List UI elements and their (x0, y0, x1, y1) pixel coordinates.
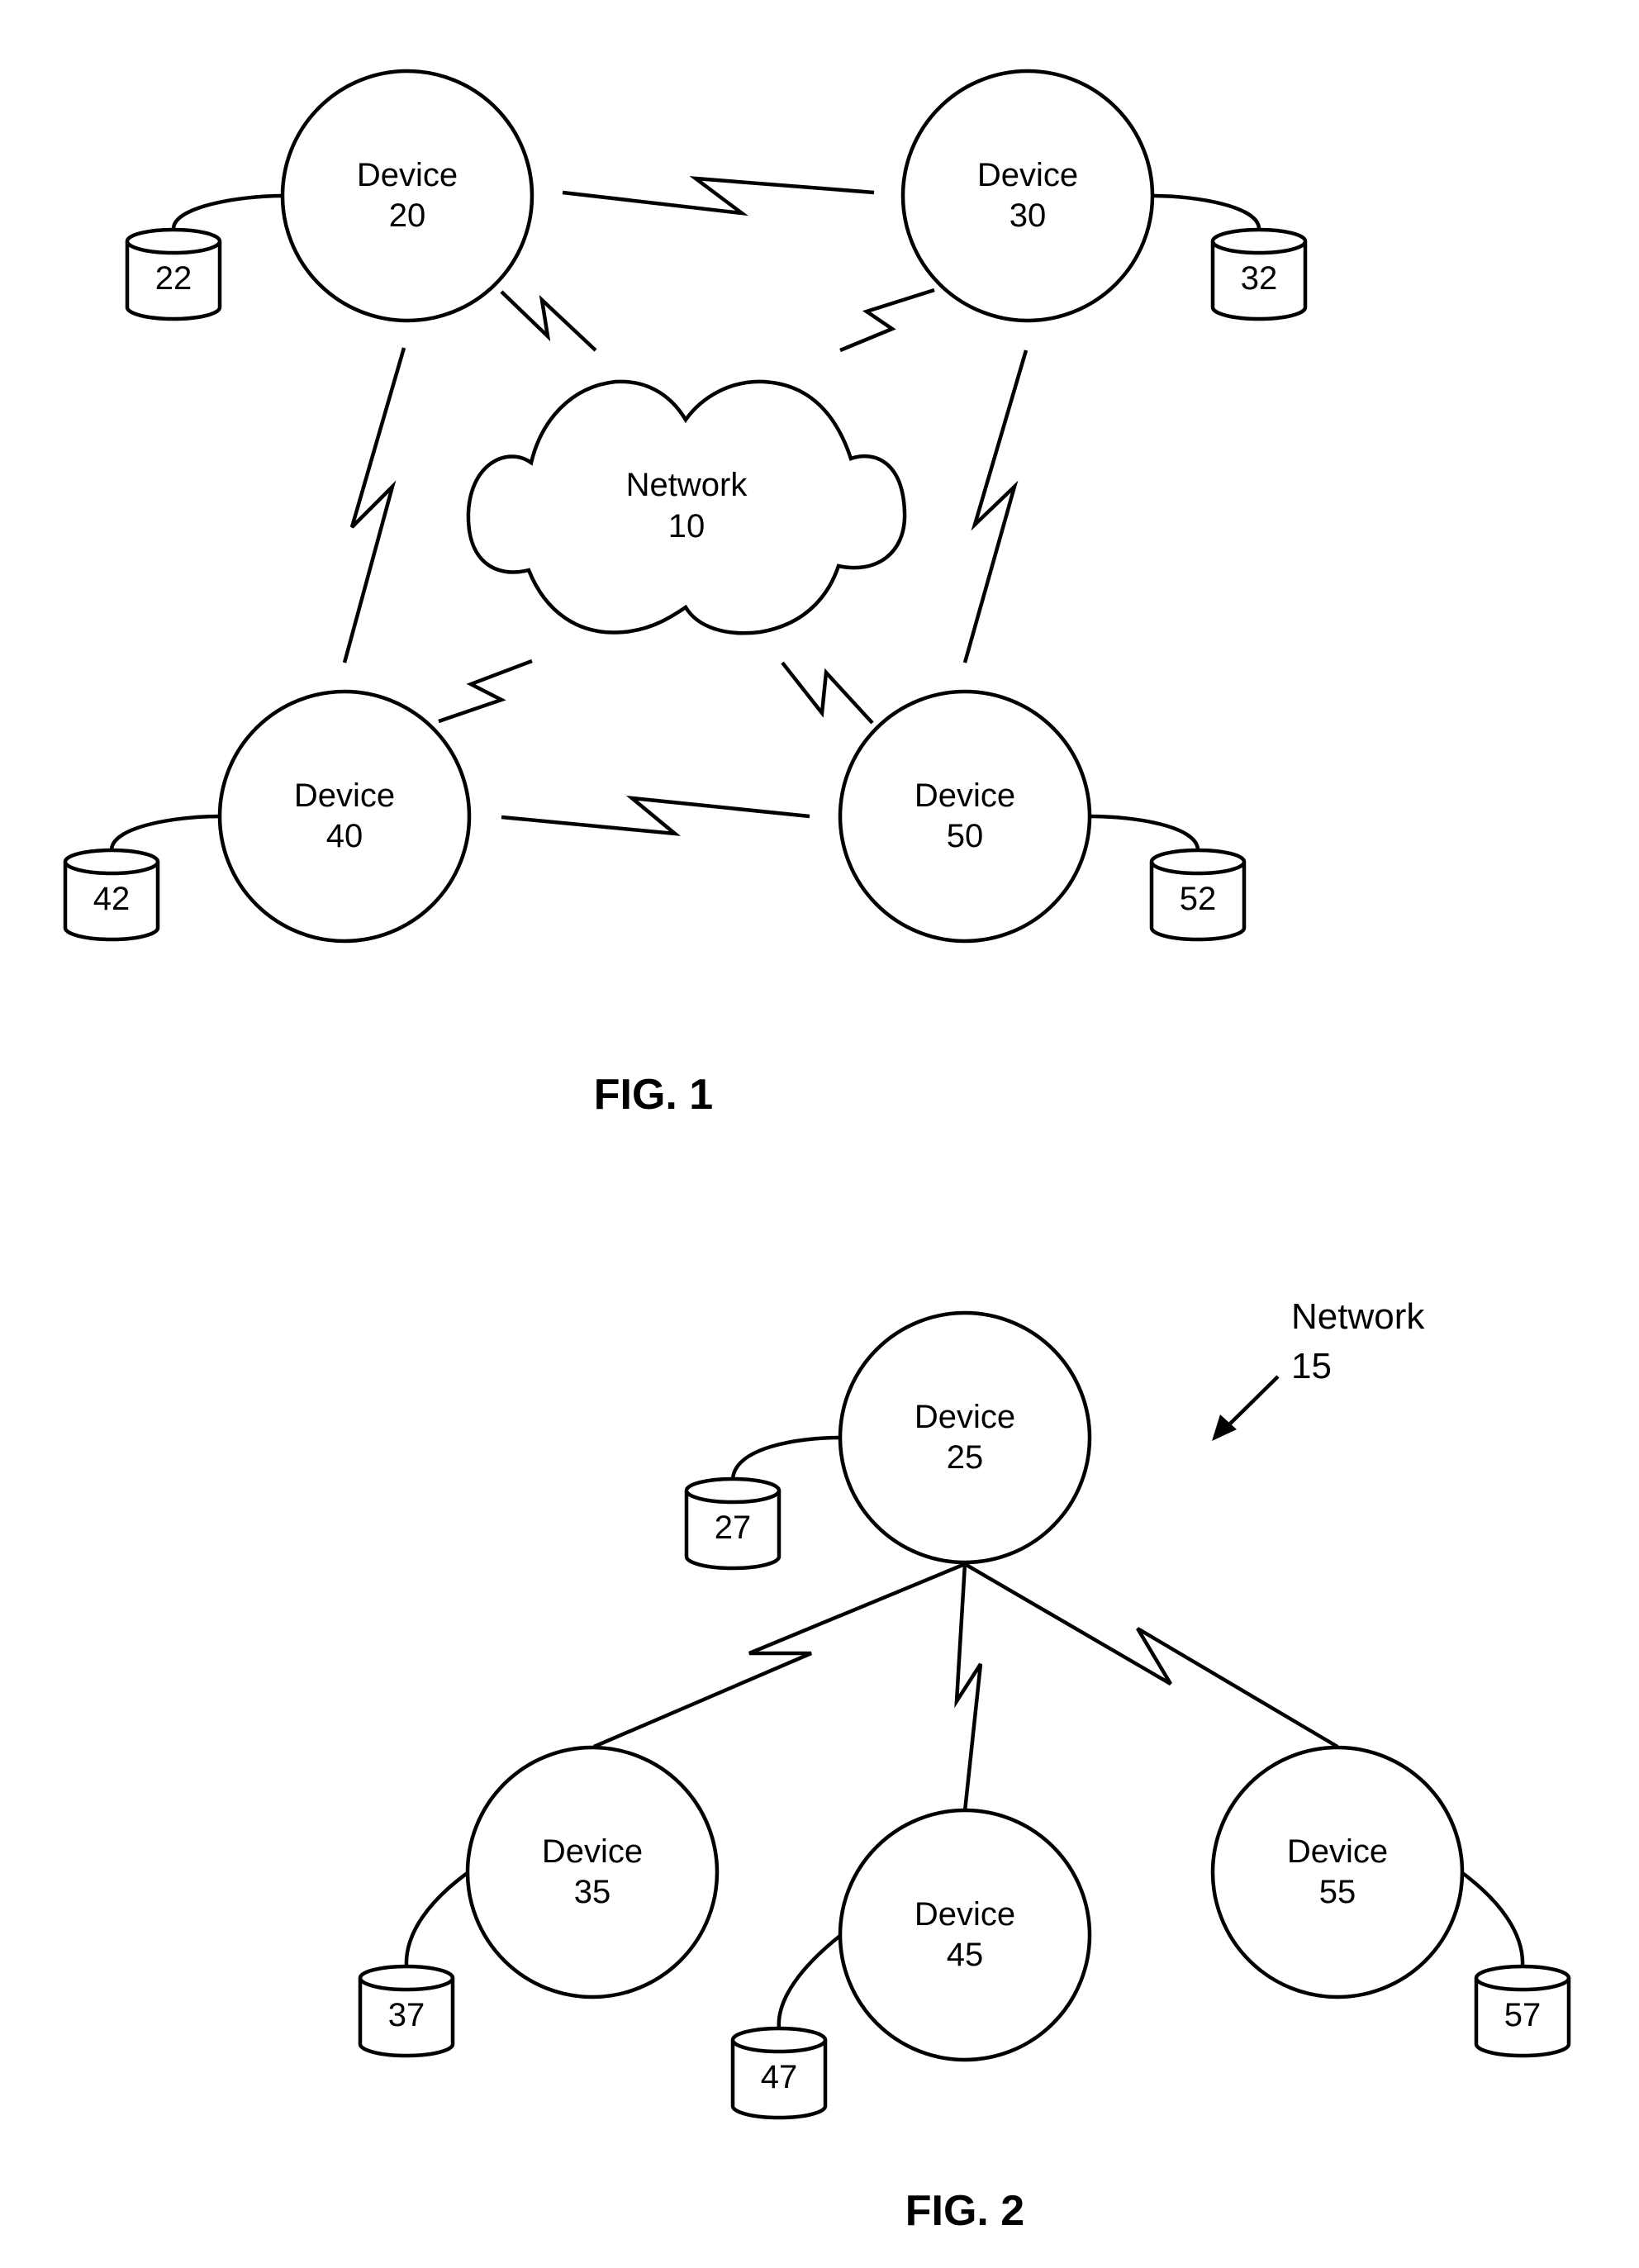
storage-label: 22 (155, 260, 192, 297)
storage-32-icon: 32 (1210, 227, 1308, 321)
figure-1-caption: FIG. 1 (594, 1071, 713, 1119)
storage-label: 32 (1241, 260, 1278, 297)
link-40-network (438, 659, 533, 724)
figure-2: Network 15 Device 25 27 Device 35 37 Dev… (358, 1296, 1571, 2235)
device-45-node (838, 1808, 1092, 2062)
device-label: Device (977, 157, 1078, 193)
device-label: Device (294, 777, 395, 814)
storage-47-icon: 47 (730, 2026, 828, 2120)
device-number: 40 (326, 818, 363, 854)
device-number: 30 (1010, 197, 1047, 234)
device-label: Device (1287, 1833, 1388, 1870)
storage-label: 47 (761, 2059, 798, 2095)
link-20-30 (562, 176, 875, 216)
device-30: Device 30 32 (900, 69, 1308, 323)
storage-connector-57 (1460, 1871, 1525, 1967)
storage-connector-32 (1152, 193, 1261, 229)
link-50-network (781, 661, 874, 725)
device-30-node (900, 69, 1155, 323)
link-25-35 (593, 1562, 966, 1749)
device-label: Device (915, 1896, 1015, 1933)
storage-connector-22 (171, 193, 283, 229)
storage-label: 42 (93, 881, 131, 917)
storage-label: 27 (715, 1510, 752, 1546)
device-number: 55 (1319, 1874, 1356, 1910)
device-number: 50 (947, 818, 984, 854)
storage-52-icon: 52 (1149, 848, 1247, 942)
storage-connector-37 (404, 1871, 470, 1967)
storage-connector-42 (109, 814, 221, 850)
device-45: Device 45 47 (730, 1808, 1092, 2120)
link-25-55 (963, 1562, 1339, 1748)
storage-connector-27 (730, 1435, 841, 1480)
device-20: Device 20 22 (125, 69, 534, 323)
storage-22-icon: 22 (125, 227, 222, 321)
network-number: 10 (668, 508, 705, 544)
device-label: Device (357, 157, 458, 193)
device-label: Device (915, 777, 1015, 814)
storage-label: 37 (388, 1997, 425, 2033)
network-ref-arrow-line (1223, 1375, 1280, 1431)
link-20-40 (342, 347, 406, 663)
device-25-node (838, 1310, 1092, 1565)
storage-connector-52 (1089, 814, 1200, 850)
storage-label: 52 (1180, 881, 1217, 917)
device-label: Device (542, 1833, 643, 1870)
device-55: Device 55 57 (1210, 1745, 1571, 2058)
device-number: 35 (574, 1874, 611, 1910)
device-35: Device 35 37 (358, 1745, 720, 2058)
storage-42-icon: 42 (63, 848, 160, 942)
link-30-network (839, 288, 935, 353)
network-ref-number: 15 (1291, 1346, 1332, 1386)
device-40: Device 40 42 (63, 689, 472, 944)
network-ref-label: Network (1291, 1296, 1425, 1337)
device-40-node (217, 689, 472, 944)
network-label: Network (626, 467, 748, 503)
storage-57-icon: 57 (1474, 1964, 1571, 2058)
link-20-network (500, 290, 597, 352)
device-55-node (1210, 1745, 1465, 1999)
storage-label: 57 (1504, 1997, 1542, 2033)
link-25-45 (954, 1563, 983, 1812)
patent-figures: Network 10 Device 20 22 Device 30 32 Dev… (63, 69, 1571, 2235)
device-number: 20 (389, 197, 426, 234)
figure-2-caption: FIG. 2 (905, 2187, 1024, 2235)
device-50: Device 50 52 (838, 689, 1247, 944)
storage-27-icon: 27 (684, 1476, 781, 1571)
storage-37-icon: 37 (358, 1964, 455, 2058)
link-30-50 (962, 349, 1029, 663)
device-label: Device (915, 1399, 1015, 1435)
device-25: Device 25 27 (684, 1310, 1092, 1571)
device-20-node (280, 69, 534, 323)
storage-connector-47 (777, 1933, 843, 2029)
device-number: 45 (947, 1937, 984, 1973)
device-number: 25 (947, 1439, 984, 1476)
device-35-node (465, 1745, 720, 1999)
figure-1: Network 10 Device 20 22 Device 30 32 Dev… (63, 69, 1308, 1119)
device-50-node (838, 689, 1092, 944)
link-40-50 (501, 796, 810, 836)
